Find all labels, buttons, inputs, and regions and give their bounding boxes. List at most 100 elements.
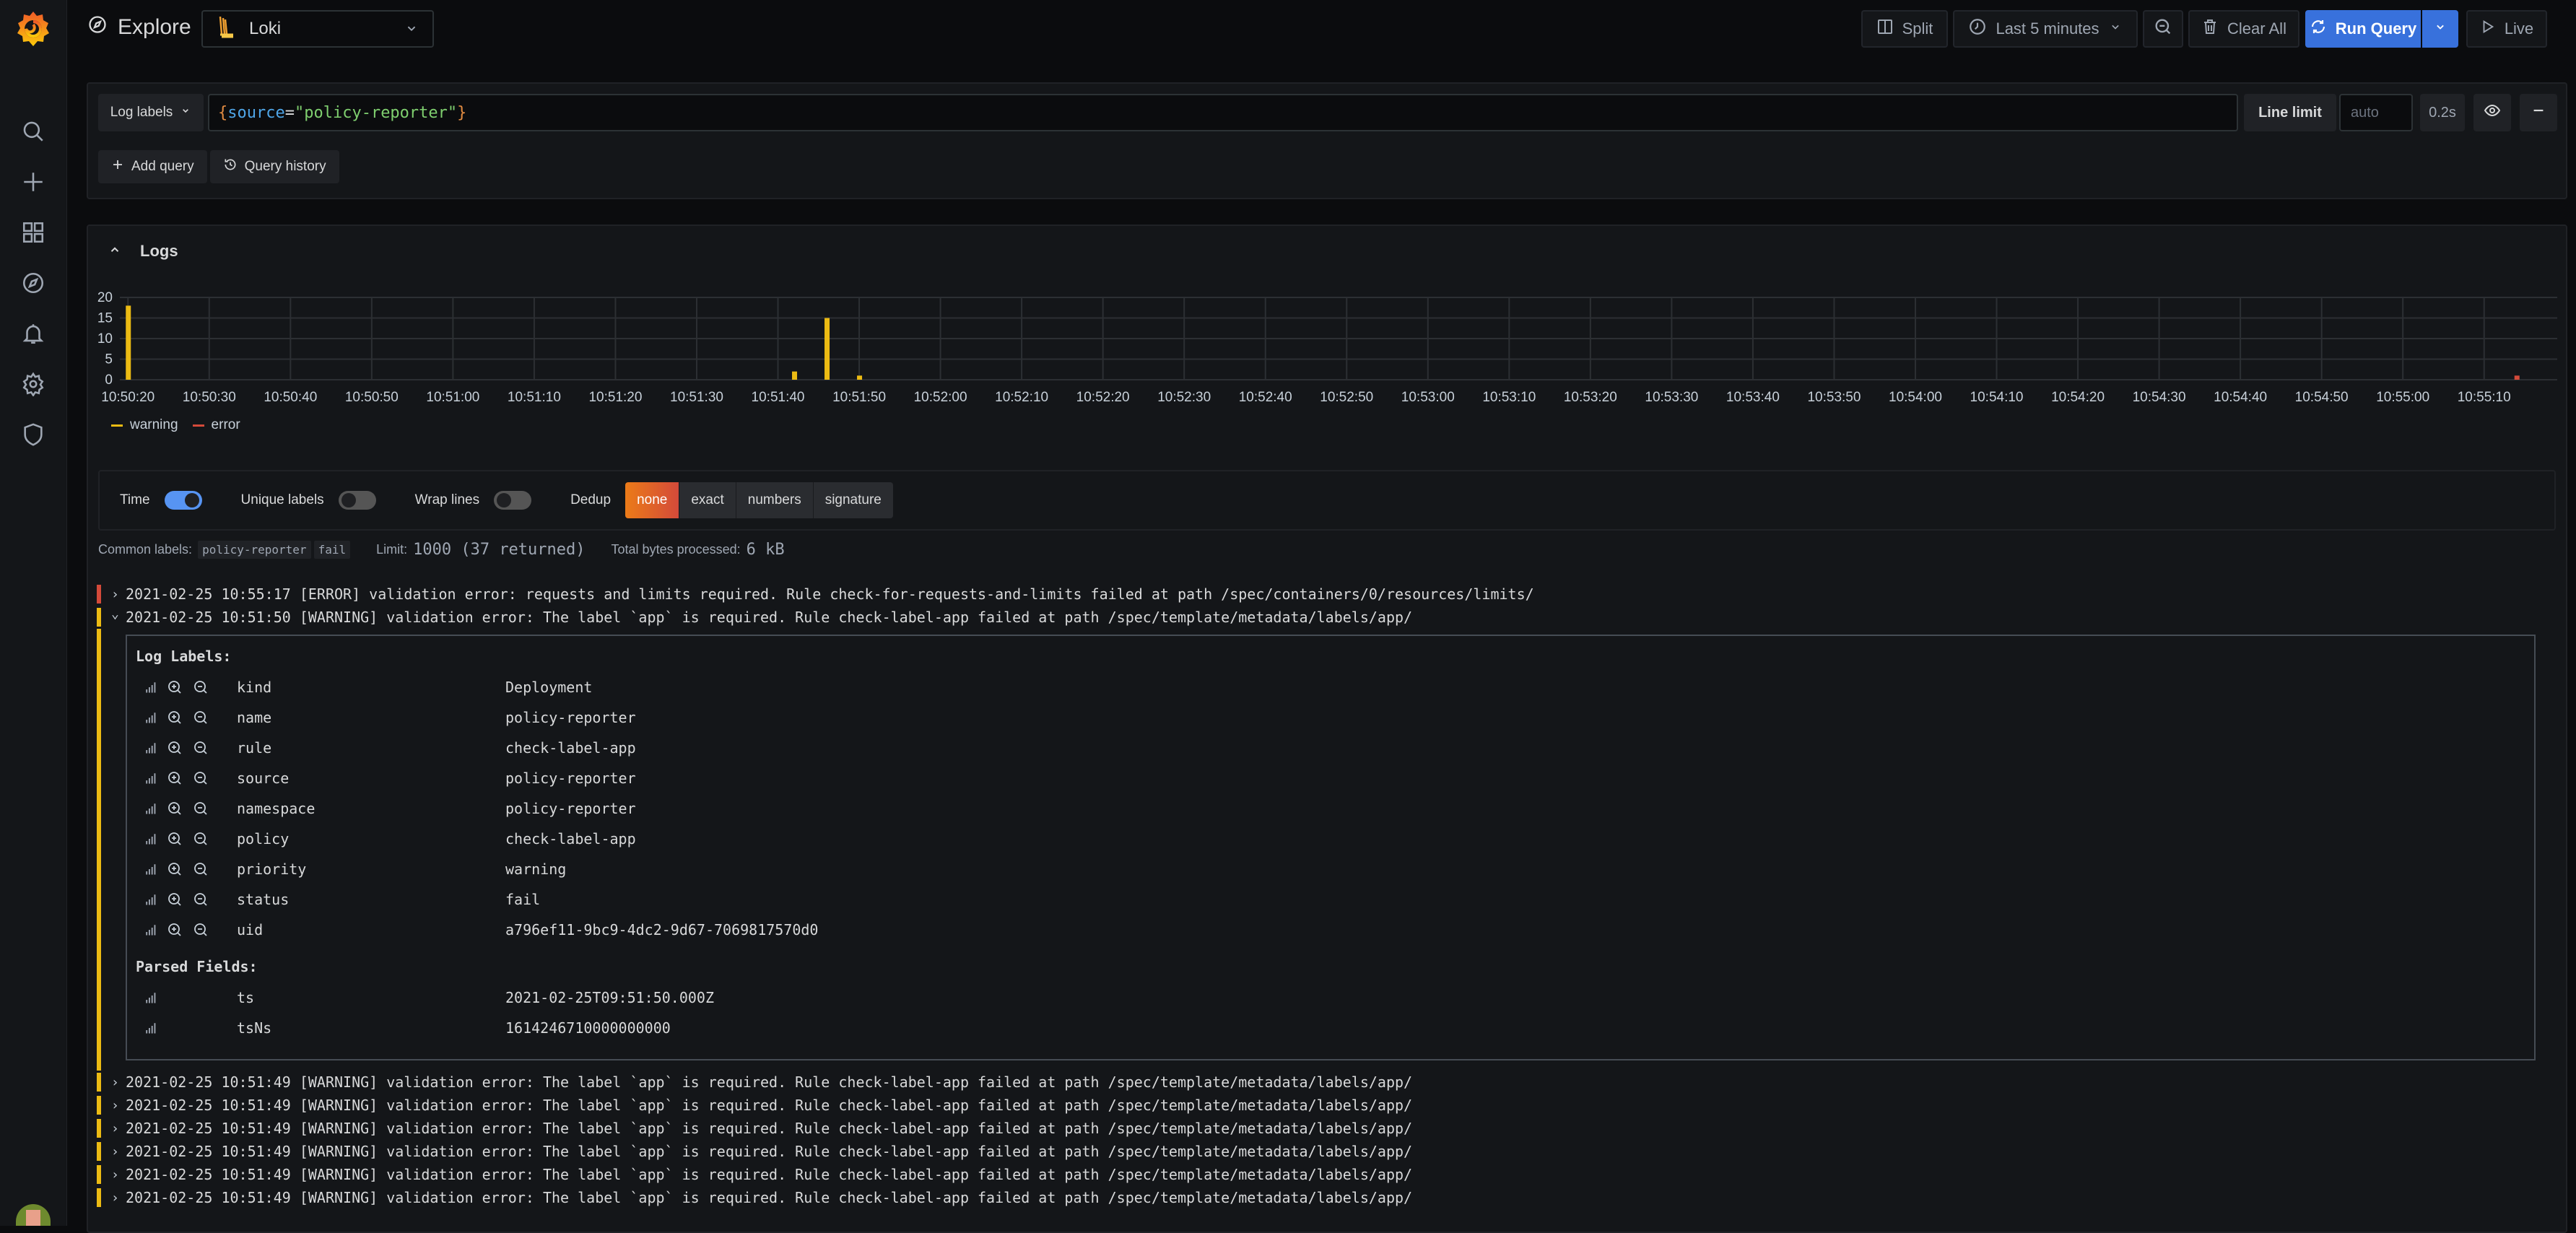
filter-for-value-icon[interactable] <box>166 800 183 817</box>
bytes-processed-label: Total bytes processed: <box>611 542 741 557</box>
chevron-right-icon: › <box>111 1120 119 1136</box>
filter-out-value-icon[interactable] <box>192 830 209 848</box>
time-range-picker[interactable]: Last 5 minutes <box>1953 10 2138 48</box>
log-row[interactable]: › 2021-02-25 10:55:17 [ERROR] validation … <box>97 583 2557 606</box>
legend-item-warning[interactable]: warning <box>111 417 178 433</box>
wrap-lines-toggle[interactable] <box>494 491 532 510</box>
x-tick-label: 10:52:10 <box>995 390 1048 405</box>
zoom-out-button[interactable] <box>2143 10 2183 48</box>
line-limit-input[interactable]: auto <box>2339 94 2413 131</box>
x-tick-label: 10:51:10 <box>508 390 561 405</box>
stats-icon[interactable] <box>144 741 157 754</box>
stats-icon[interactable] <box>144 863 157 876</box>
filter-for-value-icon[interactable] <box>166 739 183 757</box>
unique-labels-toggle[interactable] <box>338 491 376 510</box>
chevron-down-icon <box>2433 19 2447 38</box>
x-tick-label: 10:52:40 <box>1239 390 1292 405</box>
log-labels-label: Log labels <box>110 105 173 120</box>
filter-for-value-icon[interactable] <box>166 861 183 878</box>
log-row[interactable]: ⌄ 2021-02-25 10:51:50 [WARNING] validatio… <box>97 606 2557 629</box>
filter-out-value-icon[interactable] <box>192 679 209 696</box>
run-query-button[interactable]: Run Query <box>2305 10 2421 48</box>
y-tick-label: 15 <box>97 311 113 326</box>
stats-icon[interactable] <box>144 923 157 936</box>
filter-out-value-icon[interactable] <box>192 921 209 938</box>
live-button[interactable]: Live <box>2466 10 2547 48</box>
label-key: status <box>237 891 290 908</box>
log-label-row: source policy-reporter <box>136 763 2525 793</box>
filter-for-value-icon[interactable] <box>166 770 183 787</box>
field-key: tsNs <box>237 1019 272 1037</box>
filter-for-value-icon[interactable] <box>166 891 183 908</box>
dedup-option-numbers[interactable]: numbers <box>736 482 814 518</box>
grafana-logo-icon[interactable] <box>16 10 51 48</box>
x-tick-label: 10:54:20 <box>2051 390 2105 405</box>
log-row[interactable]: › 2021-02-25 10:51:49 [WARNING] validatio… <box>97 1163 2557 1186</box>
stats-icon[interactable] <box>144 832 157 845</box>
stats-icon[interactable] <box>144 991 157 1004</box>
chevron-right-icon: › <box>111 586 119 602</box>
x-tick-label: 10:50:40 <box>264 390 317 405</box>
filter-out-value-icon[interactable] <box>192 891 209 908</box>
dedup-option-none[interactable]: none <box>625 482 680 518</box>
log-row[interactable]: › 2021-02-25 10:51:49 [WARNING] validatio… <box>97 1117 2557 1140</box>
top-bar: Explore Loki Split Last 5 minutes Clear … <box>67 0 2576 58</box>
log-row[interactable]: › 2021-02-25 10:51:49 [WARNING] validatio… <box>97 1094 2557 1117</box>
filter-out-value-icon[interactable] <box>192 800 209 817</box>
split-button[interactable]: Split <box>1861 10 1948 48</box>
label-value: policy-reporter <box>505 709 636 726</box>
log-row[interactable]: › 2021-02-25 10:51:49 [WARNING] validatio… <box>97 1071 2557 1094</box>
query-history-button[interactable]: Query history <box>209 150 339 183</box>
log-labels-button[interactable]: Log labels <box>98 94 204 131</box>
stats-icon[interactable] <box>144 711 157 724</box>
user-avatar[interactable] <box>16 1204 51 1226</box>
toggle-query-visibility-button[interactable] <box>2473 94 2511 131</box>
plus-icon[interactable] <box>19 167 48 196</box>
shield-icon[interactable] <box>19 420 48 449</box>
dedup-option-exact[interactable]: exact <box>679 482 736 518</box>
filter-for-value-icon[interactable] <box>166 679 183 696</box>
x-tick-label: 10:55:00 <box>2376 390 2429 405</box>
remove-query-button[interactable] <box>2520 94 2557 131</box>
stats-icon[interactable] <box>144 802 157 815</box>
legend-item-error[interactable]: error <box>192 417 240 433</box>
search-icon[interactable] <box>19 117 48 146</box>
label-key: priority <box>237 861 307 878</box>
y-tick-label: 10 <box>97 331 113 347</box>
bell-icon[interactable] <box>19 319 48 348</box>
label-value: a796ef11-9bc9-4dc2-9d67-7069817570d0 <box>505 921 819 938</box>
logs-collapse-toggle[interactable]: Logs <box>108 242 178 261</box>
filter-out-value-icon[interactable] <box>192 861 209 878</box>
x-tick-label: 10:52:30 <box>1157 390 1211 405</box>
zoom-out-icon <box>2153 17 2173 41</box>
filter-for-value-icon[interactable] <box>166 921 183 938</box>
stats-icon[interactable] <box>144 1021 157 1034</box>
query-input[interactable]: {source = "policy-reporter"} <box>208 94 2238 131</box>
compass-icon[interactable] <box>19 269 48 297</box>
loki-logo-icon <box>217 15 235 43</box>
log-row[interactable]: › 2021-02-25 10:51:49 [WARNING] validatio… <box>97 1186 2557 1209</box>
filter-out-value-icon[interactable] <box>192 770 209 787</box>
stats-icon[interactable] <box>144 772 157 785</box>
log-row[interactable]: › 2021-02-25 10:51:49 [WARNING] validatio… <box>97 1140 2557 1163</box>
chevron-right-icon: › <box>111 1167 119 1182</box>
run-query-options-button[interactable] <box>2422 10 2458 48</box>
logs-meta: Common labels: policy-reporter fail Limi… <box>98 541 785 559</box>
add-query-button[interactable]: Add query <box>98 150 207 183</box>
stats-icon[interactable] <box>144 893 157 906</box>
dashboards-icon[interactable] <box>19 218 48 247</box>
filter-for-value-icon[interactable] <box>166 709 183 726</box>
clear-all-button[interactable]: Clear All <box>2188 10 2299 48</box>
filter-for-value-icon[interactable] <box>166 830 183 848</box>
datasource-picker[interactable]: Loki <box>201 10 434 48</box>
time-toggle[interactable] <box>164 491 202 510</box>
dedup-option-signature[interactable]: signature <box>813 482 893 518</box>
log-line-text: 2021-02-25 10:51:50 [WARNING] validation… <box>126 609 1413 626</box>
gear-icon[interactable] <box>19 370 48 398</box>
filter-out-value-icon[interactable] <box>192 739 209 757</box>
stats-icon[interactable] <box>144 681 157 694</box>
page-title: Explore <box>87 14 191 40</box>
x-tick-label: 10:53:30 <box>1645 390 1698 405</box>
label-key: source <box>237 770 290 787</box>
filter-out-value-icon[interactable] <box>192 709 209 726</box>
